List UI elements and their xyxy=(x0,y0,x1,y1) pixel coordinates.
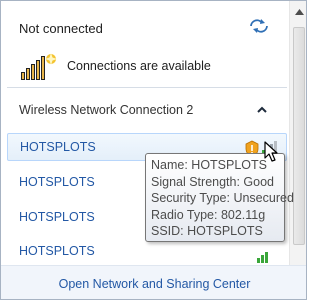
network-item-4[interactable]: HOTSPLOTS xyxy=(7,238,287,266)
network-name: HOTSPLOTS xyxy=(19,244,95,258)
mouse-pointer-icon xyxy=(264,141,278,162)
tooltip-signal: Signal Strength: Good xyxy=(151,174,274,189)
section-title: Wireless Network Connection 2 xyxy=(19,103,194,117)
tooltip-security: Security Type: Unsecured xyxy=(151,191,294,205)
scroll-thumb[interactable] xyxy=(293,27,305,245)
network-name: HOTSPLOTS xyxy=(19,210,95,224)
tooltip-ssid: SSID: HOTSPLOTS xyxy=(151,224,263,238)
footer: Open Network and Sharing Center xyxy=(1,265,306,299)
scrollbar[interactable] xyxy=(289,1,306,265)
scroll-up-arrow-icon[interactable] xyxy=(295,9,304,15)
network-name: HOTSPLOTS xyxy=(20,140,96,154)
network-name: HOTSPLOTS xyxy=(19,175,95,189)
status-title: Not connected xyxy=(19,21,103,36)
chevron-up-icon[interactable] xyxy=(255,105,269,115)
tooltip-name: Name: HOTSPLOTS xyxy=(151,158,267,172)
signal-icon xyxy=(257,252,268,263)
section-divider xyxy=(7,87,287,88)
connections-available-text: Connections are available xyxy=(67,59,211,73)
open-network-sharing-center-link[interactable]: Open Network and Sharing Center xyxy=(1,277,306,291)
network-flyout: Not connected Connections are available … xyxy=(0,0,307,300)
network-bars-star-icon xyxy=(21,53,57,80)
connection-status: Not connected Connections are available xyxy=(1,1,289,85)
tooltip-radio: Radio Type: 802.11g xyxy=(151,207,266,222)
wireless-section-header[interactable]: Wireless Network Connection 2 xyxy=(1,96,289,126)
refresh-icon[interactable] xyxy=(248,17,270,35)
network-tooltip: Name: HOTSPLOTS Signal Strength: Good Se… xyxy=(145,153,294,242)
